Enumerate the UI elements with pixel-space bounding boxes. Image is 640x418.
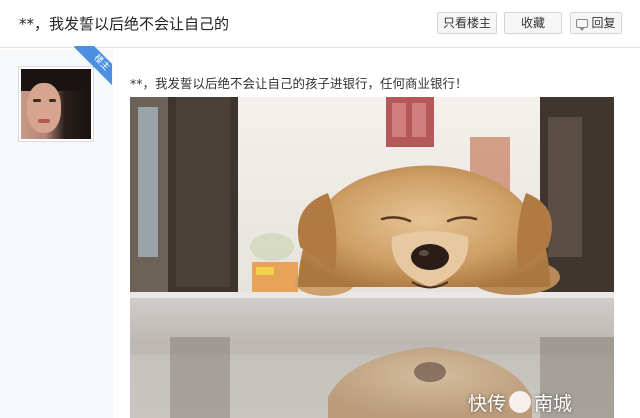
reply-button[interactable]: 回复 [570, 12, 622, 34]
thread-header: **，我发誓以后绝不会让自己的 只看楼主 收藏 回复 [0, 0, 640, 48]
watermark: 快传 南城 [468, 389, 572, 416]
post-photo[interactable] [130, 97, 614, 418]
watermark-emblem-icon [509, 391, 532, 413]
post-text: **，我发誓以后绝不会让自己的孩子进银行，任何商业银行！ [130, 76, 468, 91]
reply-button-label: 回复 [591, 16, 616, 30]
watermark-left-text: 快传 [468, 393, 507, 415]
dog-photo-illustration [130, 97, 614, 418]
op-badge-label: 楼主 [73, 46, 112, 91]
op-badge: 楼主 [66, 46, 112, 92]
thread-title: **，我发誓以后绝不会让自己的 [19, 15, 230, 33]
reply-icon [576, 19, 589, 31]
watermark-right-text: 南城 [534, 393, 573, 415]
favorite-button[interactable]: 收藏 [504, 12, 562, 34]
only-op-button[interactable]: 只看楼主 [437, 12, 497, 34]
